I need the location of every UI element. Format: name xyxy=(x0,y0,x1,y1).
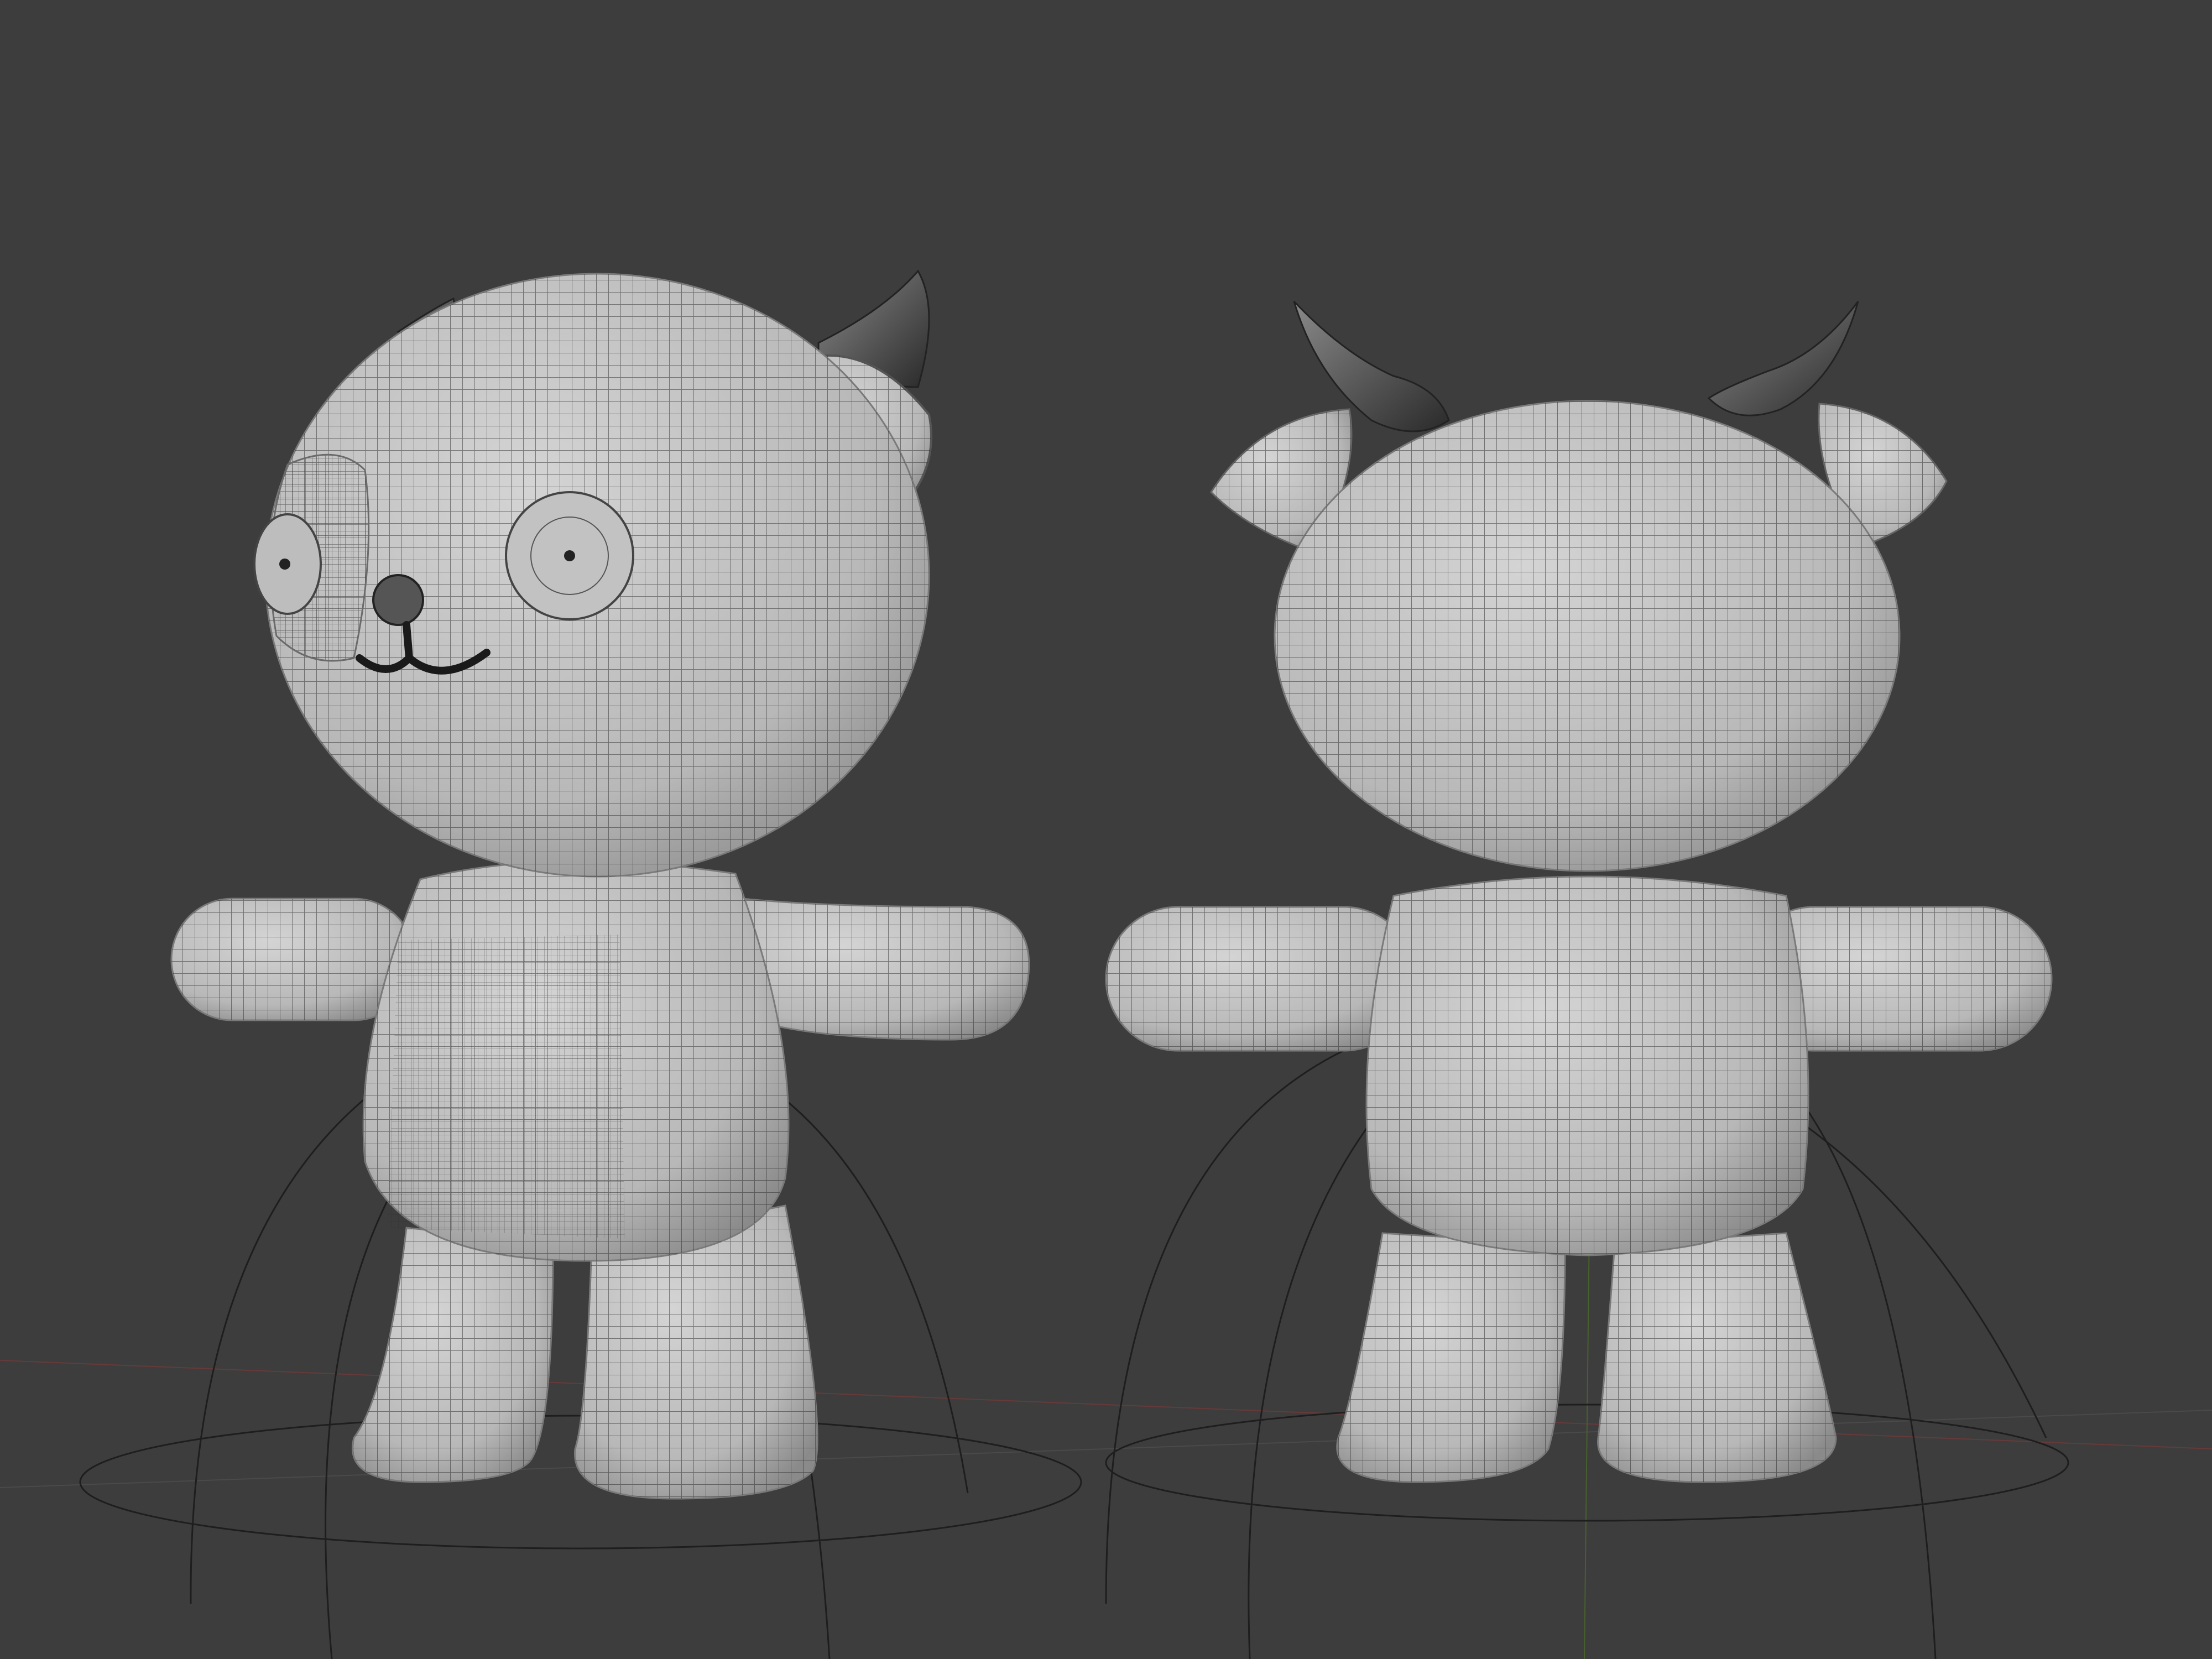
character-front-view[interactable] xyxy=(79,269,1082,1659)
nose xyxy=(372,574,424,626)
horn-left xyxy=(1293,300,1450,432)
3d-viewport[interactable] xyxy=(0,0,2212,1659)
horn-right xyxy=(1707,301,1859,416)
